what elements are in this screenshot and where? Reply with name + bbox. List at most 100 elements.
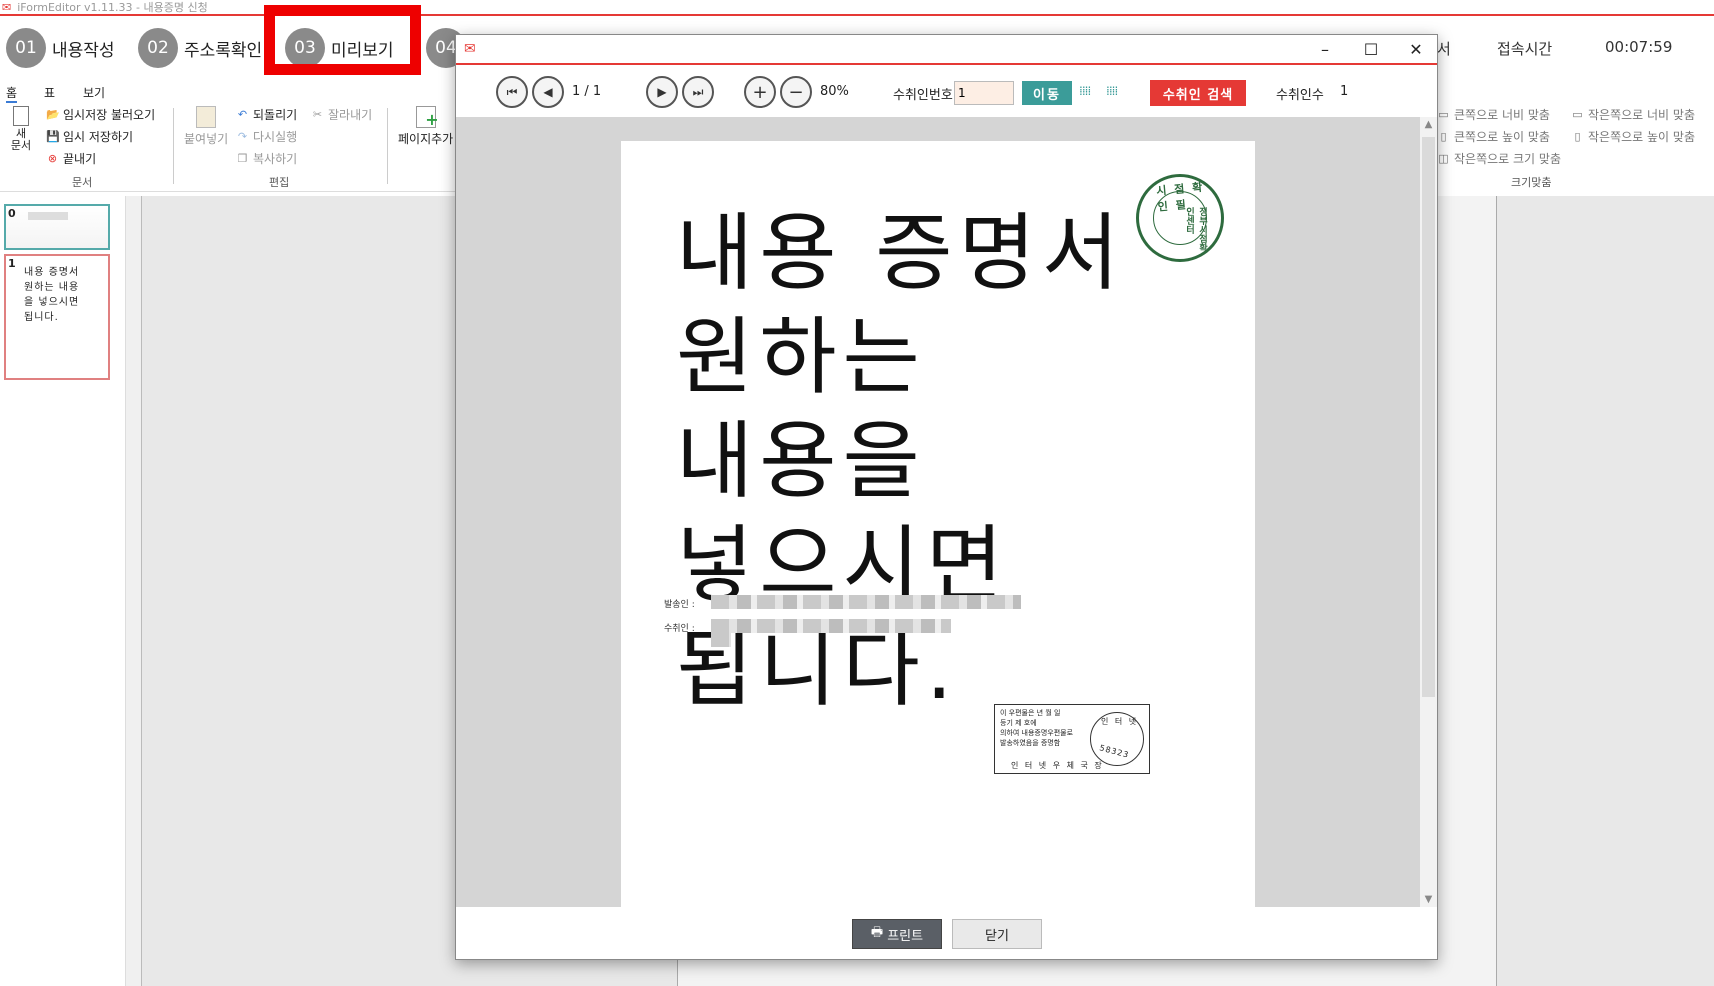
recipient-count-label: 수취인수 [1276,88,1324,103]
last-page-button[interactable]: ⏭ [682,76,714,108]
next-page-icon: ▶ [657,85,667,99]
redo-icon: ↷ [237,130,248,143]
thumbnail-preview [28,212,68,220]
save-temp-button[interactable]: 💾 임시 저장하기 [46,128,133,145]
preview-toolbar: ⏮ ◀ 1 / 1 ▶ ⏭ + − 80% 수취인번호 이동 ⁞⁞⁞⁞ ⁞⁞⁞⁞… [456,67,1437,117]
load-temp-button[interactable]: 📂 임시저장 불러오기 [46,106,155,123]
seal-side-text: 정부시점확인센터 [1184,207,1207,252]
fit-large-height-button[interactable]: ▯ 큰쪽으로 높이 맞춤 [1437,128,1550,145]
fit-width-icon: ▭ [1572,108,1583,121]
app-logo-icon: ✉ [464,41,476,57]
page-thumbnails: 0 1 내용 증명서 원하는 내용 을 넣으시면 됩니다. [0,196,126,986]
zoom-out-button[interactable]: − [780,76,812,108]
thumbnail-number: 1 [8,257,16,270]
redo-label: 다시실행 [253,130,298,144]
save-icon: 💾 [46,130,60,143]
dialog-footer: 🖶 프린트 닫기 [456,907,1437,959]
fit-small-size-label: 작은쪽으로 크기 맞춤 [1454,152,1561,166]
close-circle-icon: ⊗ [47,152,58,165]
dotted-arrow-left-icon[interactable]: ⁞⁞⁞⁞ [1079,84,1091,98]
first-page-button[interactable]: ⏮ [496,76,528,108]
tab-table[interactable]: 표 [44,84,55,101]
group-label-edit: 편집 [269,176,290,189]
step-label-partial: 서 [1437,40,1451,58]
recipient-search-button[interactable]: 수취인 검색 [1150,80,1246,106]
zoom-in-button[interactable]: + [744,76,776,108]
maximize-button[interactable]: ☐ [1356,39,1386,61]
close-window-button[interactable]: ✕ [1401,39,1431,61]
session-timer: 00:07:59 [1605,38,1673,56]
exit-button[interactable]: ⊗ 끝내기 [46,150,96,167]
fit-group: ▭ 큰쪽으로 너비 맞춤 ▯ 큰쪽으로 높이 맞춤 ◫ 작은쪽으로 크기 맞춤 ▭ 작은… [1437,102,1714,192]
copy-label: 복사하기 [253,152,298,166]
exit-label: 끝내기 [63,152,97,166]
ribbon-divider [387,108,388,184]
fit-width-icon: ▭ [1438,108,1449,121]
scrollbar-thumb[interactable] [1422,137,1435,697]
add-page-button[interactable]: + 페이지추가 [398,106,453,147]
add-page-icon: + [415,106,439,129]
viewer-scrollbar[interactable]: ▲ ▼ [1420,117,1437,907]
plus-icon: + [752,81,768,103]
cut-label: 잘라내기 [328,108,373,122]
title-bar: ✉ iFormEditor v1.11.33 - 내용증명 신청 [0,0,1714,16]
step-label: 내용작성 [52,40,115,61]
fit-large-width-button[interactable]: ▭ 큰쪽으로 너비 맞춤 [1437,106,1550,123]
prev-page-button[interactable]: ◀ [532,76,564,108]
group-label-document: 문서 [72,176,93,189]
printer-icon: 🖶 [870,925,884,940]
copy-button[interactable]: ❐ 복사하기 [236,150,298,167]
undo-button[interactable]: ↶ 되돌리기 [236,106,297,123]
thumbnail-page-0[interactable]: 0 [4,204,110,250]
thumbnail-text: 내용 증명서 원하는 내용 을 넣으시면 됩니다. [24,267,80,323]
first-page-icon: ⏮ [506,84,518,99]
fit-small-width-label: 작은쪽으로 너비 맞춤 [1588,108,1695,122]
new-document-button[interactable]: 새 문서 [10,106,32,152]
next-page-button[interactable]: ▶ [646,76,678,108]
preview-viewer: 내용 증명서 원하는 내용을 넣으시면 됩니다. 시 점 확 인 필 정부시점확… [456,117,1437,907]
fit-height-icon: ▯ [1440,130,1447,143]
move-button[interactable]: 이동 [1022,81,1072,105]
panel-scrollbar[interactable] [126,196,142,986]
close-button[interactable]: 닫기 [952,919,1042,949]
highlight-box [264,5,421,75]
add-page-label: 페이지추가 [398,132,454,146]
last-page-icon: ⏭ [692,84,704,99]
print-button[interactable]: 🖶 프린트 [852,919,942,949]
minimize-button[interactable]: – [1310,39,1340,61]
fit-small-size-button[interactable]: ◫ 작은쪽으로 크기 맞춤 [1437,150,1561,167]
scroll-up-icon[interactable]: ▲ [1420,119,1437,130]
page-indicator: 1 / 1 [572,84,602,99]
redo-button[interactable]: ↷ 다시실행 [236,128,297,145]
document-body-text: 내용 증명서 원하는 내용을 넣으시면 됩니다. [676,204,1126,718]
cut-button[interactable]: ✂ 잘라내기 [311,106,372,123]
fit-small-height-button[interactable]: ▯ 작은쪽으로 높이 맞춤 [1571,128,1695,145]
thumbnail-page-1[interactable]: 1 내용 증명서 원하는 내용 을 넣으시면 됩니다. [4,254,110,380]
paste-button[interactable]: 붙여넣기 [184,106,228,147]
step-number: 02 [138,28,178,68]
recipient-number-input[interactable] [954,81,1014,105]
group-label-fit: 크기맞춤 [1511,176,1552,189]
fit-height-icon: ▯ [1574,130,1581,143]
undo-icon: ↶ [237,108,248,121]
session-label: 접속시간 [1497,40,1553,58]
recipient-count-value: 1 [1340,84,1349,99]
new-document-label: 새 문서 [10,127,32,152]
scroll-down-icon[interactable]: ▼ [1420,894,1437,905]
app-title: iFormEditor v1.11.33 - 내용증명 신청 [17,1,208,14]
tab-home[interactable]: 홈 [6,84,18,103]
tab-view[interactable]: 보기 [83,84,105,101]
step-label: 주소록확인 [184,40,263,61]
fit-small-width-button[interactable]: ▭ 작은쪽으로 너비 맞춤 [1571,106,1695,123]
save-temp-label: 임시 저장하기 [63,130,134,144]
dotted-arrow-right-icon[interactable]: ⁞⁞⁞⁞ [1106,84,1118,98]
step-02-address[interactable]: 02 주소록확인 [138,28,262,68]
step-01-write[interactable]: 01 내용작성 [6,28,115,68]
app-logo-icon: ✉ [2,0,12,14]
fit-large-height-label: 큰쪽으로 높이 맞춤 [1454,130,1550,144]
undo-label: 되돌리기 [253,108,298,122]
postal-office-name: 인 터 넷 우 체 국 장 [1011,761,1104,770]
thumbnail-number: 0 [8,207,16,220]
load-temp-label: 임시저장 불러오기 [63,108,156,122]
recipient-redacted [711,619,951,633]
